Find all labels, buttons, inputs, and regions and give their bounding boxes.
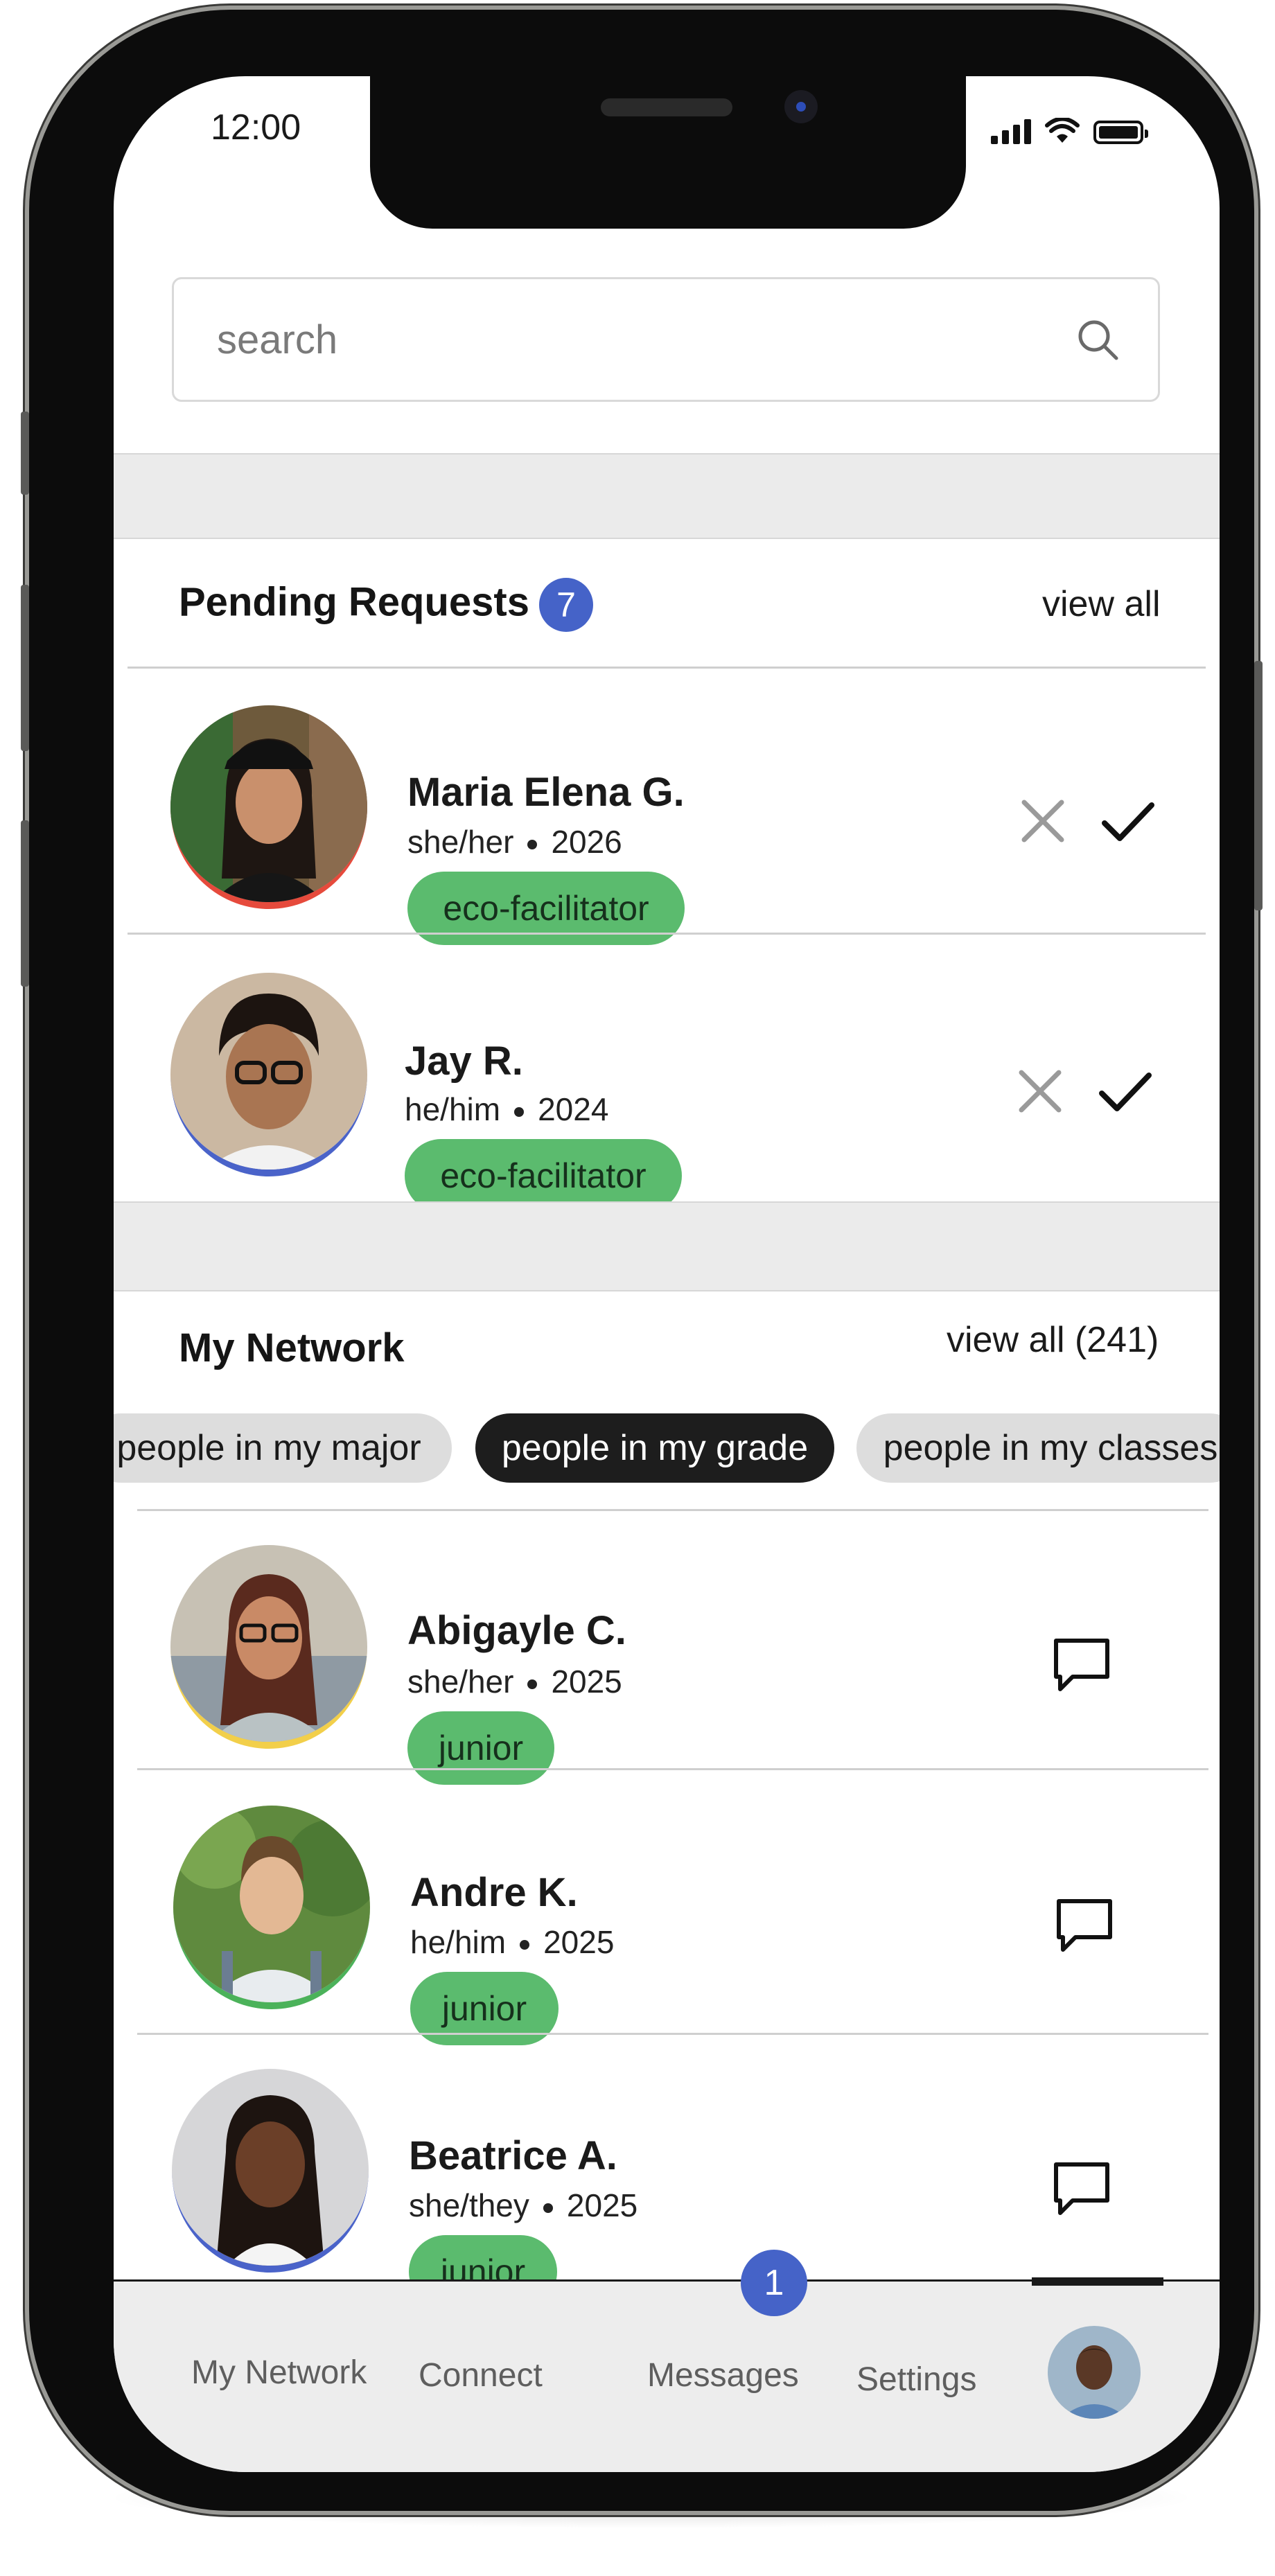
- accept-icon[interactable]: [1093, 1060, 1156, 1122]
- search-bar[interactable]: [172, 277, 1160, 402]
- pending-requests-title: Pending Requests: [179, 579, 529, 625]
- class-year: 2025: [551, 1664, 622, 1700]
- search-input[interactable]: [216, 315, 1073, 364]
- divider: [137, 1768, 1208, 1770]
- chip-people-in-my-grade[interactable]: people in my grade: [475, 1413, 834, 1483]
- front-camera: [784, 90, 818, 123]
- pending-count-badge: 7: [538, 578, 593, 632]
- divider: [137, 2033, 1208, 2035]
- status-icons: [991, 116, 1148, 144]
- status-time: 12:00: [211, 107, 301, 148]
- volume-down-button: [21, 820, 29, 987]
- person-meta: she/her 2026: [407, 823, 622, 861]
- class-tag: junior: [407, 1711, 554, 1785]
- avatar[interactable]: [170, 1545, 367, 1749]
- search-icon[interactable]: [1073, 315, 1122, 364]
- filter-chips: people in my major people in my grade pe…: [114, 1413, 1220, 1490]
- pronouns: he/him: [405, 1091, 501, 1127]
- wifi-icon: [1045, 118, 1080, 143]
- pronouns: he/him: [410, 1924, 507, 1960]
- chip-people-in-my-major[interactable]: people in my major: [114, 1413, 452, 1483]
- person-meta: she/they 2025: [409, 2187, 638, 2224]
- class-year: 2025: [543, 1924, 615, 1960]
- pending-requests-heading: Pending Requests 7: [179, 578, 593, 632]
- divider: [128, 933, 1206, 935]
- person-name[interactable]: Maria Elena G.: [407, 769, 685, 815]
- accept-icon[interactable]: [1096, 790, 1159, 852]
- message-icon[interactable]: [1053, 1894, 1116, 1957]
- tab-messages[interactable]: Messages: [647, 2356, 799, 2394]
- decline-icon[interactable]: [1012, 790, 1074, 852]
- section-spacer: [114, 1201, 1220, 1291]
- class-year: 2026: [551, 824, 622, 860]
- chip-people-in-my-classes[interactable]: people in my classes: [856, 1413, 1220, 1483]
- notch: [370, 76, 966, 229]
- pronouns: she/they: [409, 2187, 529, 2223]
- avatar[interactable]: [172, 2069, 369, 2273]
- message-icon[interactable]: [1050, 1634, 1113, 1696]
- person-name[interactable]: Andre K.: [410, 1869, 578, 1916]
- tab-connect[interactable]: Connect: [419, 2356, 543, 2394]
- my-network-title: My Network: [179, 1325, 405, 1370]
- avatar[interactable]: [170, 705, 367, 909]
- message-icon[interactable]: [1050, 2158, 1113, 2220]
- messages-badge: 1: [741, 2250, 807, 2316]
- divider: [128, 667, 1206, 669]
- bottom-tab-bar: My Network Connect Messages 1 Settings: [114, 2250, 1220, 2472]
- battery-icon: [1093, 121, 1148, 144]
- profile-avatar[interactable]: [1048, 2326, 1141, 2419]
- divider: [137, 1509, 1208, 1511]
- volume-up-button: [21, 585, 29, 751]
- signal-icon: [991, 119, 1031, 144]
- person-name[interactable]: Abigayle C.: [407, 1607, 626, 1654]
- pending-view-all-link[interactable]: view all: [1042, 583, 1161, 625]
- speaker-grille: [601, 98, 732, 116]
- person-meta: he/him 2025: [410, 1923, 614, 1961]
- network-view-all-link[interactable]: view all (241): [947, 1319, 1159, 1361]
- class-year: 2025: [566, 2187, 638, 2223]
- decline-icon[interactable]: [1009, 1060, 1071, 1122]
- active-tab-indicator: [1032, 2277, 1163, 2286]
- tab-settings[interactable]: Settings: [856, 2361, 976, 2399]
- tab-my-network[interactable]: My Network: [191, 2354, 367, 2392]
- pronouns: she/her: [407, 824, 514, 860]
- power-button: [1254, 661, 1263, 910]
- class-year: 2024: [538, 1091, 609, 1127]
- section-spacer: [114, 453, 1220, 539]
- avatar[interactable]: [173, 1806, 370, 2009]
- person-name[interactable]: Jay R.: [405, 1038, 523, 1084]
- app-screen: 12:00 Pending Requests7 view all: [114, 76, 1220, 2472]
- avatar[interactable]: [170, 973, 367, 1176]
- person-name[interactable]: Beatrice A.: [409, 2133, 617, 2179]
- person-meta: he/him 2024: [405, 1091, 608, 1128]
- phone-frame: 12:00 Pending Requests7 view all: [21, 10, 1263, 2511]
- person-meta: she/her 2025: [407, 1663, 622, 1700]
- mute-switch: [21, 412, 29, 495]
- pronouns: she/her: [407, 1664, 514, 1700]
